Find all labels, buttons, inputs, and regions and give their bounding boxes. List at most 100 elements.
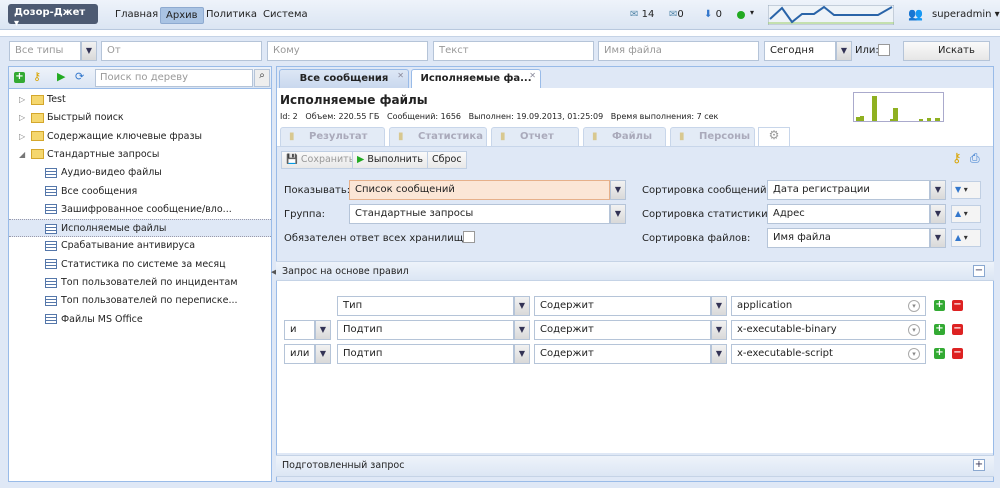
filename-input[interactable]: Имя файла [598,41,759,61]
sort-files-select[interactable]: Имя файла [767,228,930,248]
text-input[interactable]: Текст [433,41,594,61]
field-dropdown-arrow[interactable]: ▼ [514,320,530,340]
collapsed-arrow-icon[interactable]: ▷ [19,91,31,109]
add-rule-icon[interactable]: + [934,324,945,335]
group-dropdown-arrow[interactable]: ▼ [610,204,626,224]
rule-operator-select[interactable]: и [284,320,315,340]
rule-value-input[interactable]: x-executable-binary [731,320,926,340]
subtab[interactable]: ▮ Отчет [491,127,579,146]
tree-item[interactable]: ▷ Быстрый поиск [9,109,271,127]
app-menu-button[interactable]: Дозор-Джет ▾ [8,4,98,29]
subtab[interactable]: ▮ Файлы [583,127,666,146]
outbox-indicator[interactable]: ✉0 [669,9,684,20]
condition-dropdown-arrow[interactable]: ▼ [711,344,727,364]
tree-item[interactable]: ▷ Содержащие ключевые фразы [9,128,271,146]
tree-item[interactable]: Срабатывание антивируса [9,237,271,255]
sort-stat-dropdown-arrow[interactable]: ▼ [930,204,946,224]
run-button[interactable]: ▶ Выполнить [352,151,428,169]
collapsed-arrow-icon[interactable]: ▷ [19,109,31,127]
sort-files-dropdown-arrow[interactable]: ▼ [930,228,946,248]
inbox-indicator[interactable]: ✉ 14 [630,9,654,20]
required-checkbox[interactable] [463,231,475,243]
tree-search-input[interactable]: Поиск по дереву [95,69,253,87]
operator-dropdown-arrow[interactable]: ▼ [315,344,331,364]
prepared-section-header[interactable]: Подготовленный запрос [276,455,994,477]
condition-dropdown-arrow[interactable]: ▼ [711,320,727,340]
tree-item[interactable]: ▷ Test [9,91,271,109]
expand-icon[interactable]: + [973,459,985,471]
tab-all-messages[interactable]: Все сообщения ✕ [279,69,409,88]
nav-policy[interactable]: Политика [201,7,262,22]
rule-condition-select[interactable]: Содержит [534,344,711,364]
close-icon[interactable]: ✕ [397,71,404,80]
tree-item[interactable]: Топ пользователей по инцидентам [9,274,271,292]
key-icon[interactable]: ⚷ [952,151,962,166]
collapse-icon[interactable]: − [973,265,985,277]
reset-button[interactable]: Сброс [427,151,467,169]
play-icon[interactable]: ▶ [57,70,65,83]
type-dropdown-arrow[interactable]: ▼ [81,41,97,61]
sort-stat-select[interactable]: Адрес [767,204,930,224]
sort-stat-asc-button[interactable]: ▲ ▾ [951,205,981,223]
download-indicator[interactable]: ⬇ 0 [704,9,722,20]
status-dropdown-icon[interactable]: ▾ [750,8,754,17]
nav-system[interactable]: Система [258,7,313,22]
sort-messages-select[interactable]: Дата регистрации [767,180,930,200]
subtab[interactable]: ▮ Статистика [389,127,487,146]
tree-item[interactable]: Аудио-видео файлы [9,164,271,182]
remove-rule-icon[interactable]: − [952,324,963,335]
rule-field-select[interactable]: Подтип [337,344,514,364]
rule-condition-select[interactable]: Содержит [534,296,711,316]
value-dropdown-icon[interactable]: ▾ [908,348,920,360]
save-button[interactable]: 💾 Сохранить [281,151,360,169]
show-select[interactable]: Список сообщений [349,180,610,200]
field-dropdown-arrow[interactable]: ▼ [514,344,530,364]
value-dropdown-icon[interactable]: ▾ [908,300,920,312]
remove-rule-icon[interactable]: − [952,348,963,359]
collapsed-arrow-icon[interactable]: ▷ [19,128,31,146]
tree-item[interactable]: Статистика по системе за месяц [9,256,271,274]
nav-archive[interactable]: Архив [160,7,204,24]
to-input[interactable]: Кому [267,41,428,61]
rule-field-select[interactable]: Подтип [337,320,514,340]
subtab[interactable]: ▮ Персоны [670,127,755,146]
rule-operator-select[interactable]: или [284,344,315,364]
add-icon[interactable]: + [14,72,25,83]
subtab[interactable]: ▮ Результат [280,127,385,146]
tree-item[interactable]: Зашифрованное сообщение/вло... [9,201,271,219]
rule-field-select[interactable]: Тип [337,296,514,316]
expanded-arrow-icon[interactable]: ◢ [19,146,31,164]
tree-item[interactable]: ◢ Стандартные запросы [9,146,271,164]
remove-rule-icon[interactable]: − [952,300,963,311]
sort-messages-desc-button[interactable]: ▼ ▾ [951,181,981,199]
tree-item[interactable]: Файлы MS Office [9,311,271,329]
status-dot-icon[interactable] [737,11,745,19]
tree-item[interactable]: Все сообщения [9,183,271,201]
operator-dropdown-arrow[interactable]: ▼ [315,320,331,340]
field-dropdown-arrow[interactable]: ▼ [514,296,530,316]
tab-executable-files[interactable]: Исполняемые фа... ✕ [411,69,541,88]
close-icon[interactable]: ✕ [529,71,536,80]
group-select[interactable]: Стандартные запросы [349,204,610,224]
search-button[interactable]: Искать [903,41,990,61]
rules-section-header[interactable]: Запрос на основе правил [276,261,994,281]
key-icon[interactable]: ⚷ [33,70,41,83]
tree-item[interactable]: Исполняемые файлы [9,219,271,238]
show-dropdown-arrow[interactable]: ▼ [610,180,626,200]
search-icon[interactable]: ⌕ [254,69,270,87]
nav-home[interactable]: Главная [110,7,163,22]
rule-condition-select[interactable]: Содержит [534,320,711,340]
user-menu[interactable]: superadmin ▾ [932,9,1000,20]
sort-messages-dropdown-arrow[interactable]: ▼ [930,180,946,200]
add-rule-icon[interactable]: + [934,300,945,311]
type-select[interactable]: Все типы [9,41,81,61]
condition-dropdown-arrow[interactable]: ▼ [711,296,727,316]
print-icon[interactable]: ⎙ [970,151,980,166]
tree-item[interactable]: Топ пользователей по переписке... [9,292,271,310]
refresh-icon[interactable]: ⟳ [75,70,84,83]
tab-settings-gear-icon[interactable]: ⚙ [758,127,790,147]
rule-value-input[interactable]: application [731,296,926,316]
add-rule-icon[interactable]: + [934,348,945,359]
value-dropdown-icon[interactable]: ▾ [908,324,920,336]
period-dropdown-arrow[interactable]: ▼ [836,41,852,61]
